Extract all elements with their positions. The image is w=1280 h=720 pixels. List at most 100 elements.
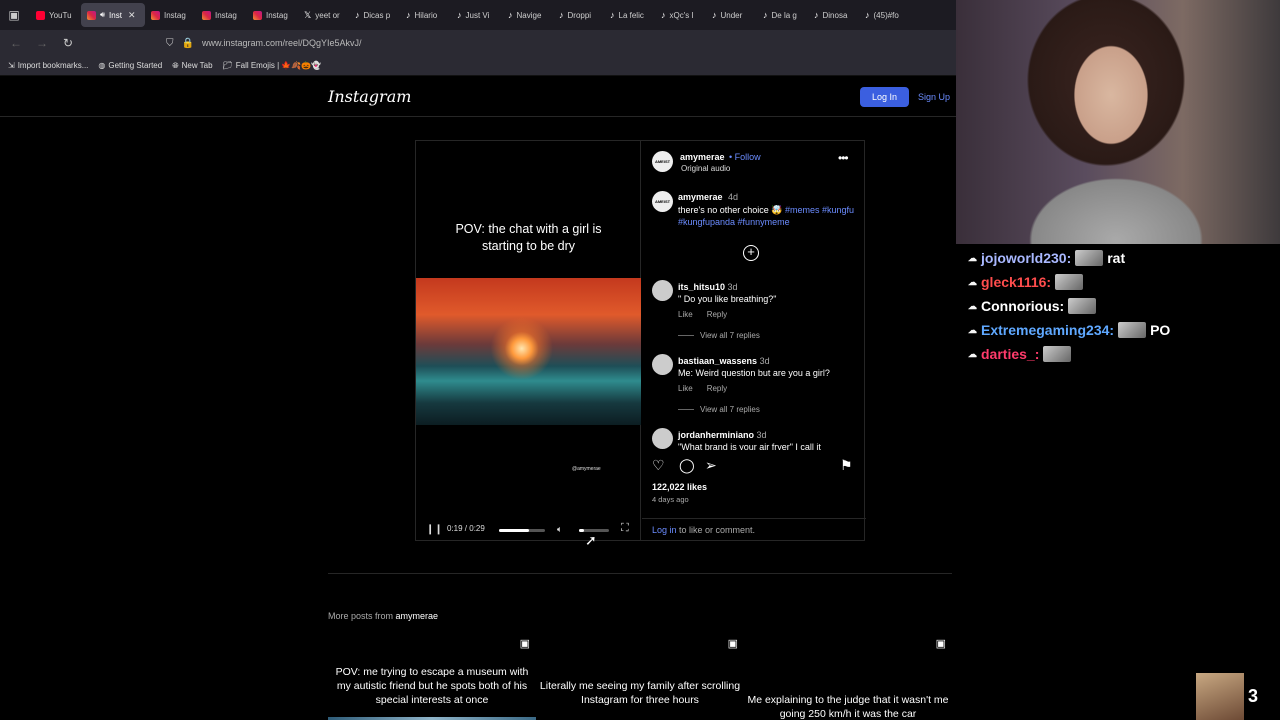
commenter-name[interactable]: bastiaan_wassens <box>678 356 757 366</box>
browser-tab[interactable]: ♪ Just Vi <box>451 3 502 27</box>
comment-like-button[interactable]: Like <box>678 384 693 393</box>
bookmarks-bar: ⇲ Import bookmarks... ◍ Getting Started 🌐︎ Ne… <box>0 56 956 76</box>
commenter-avatar[interactable] <box>652 428 673 449</box>
pause-icon[interactable]: ❙❙ <box>426 524 443 535</box>
login-button[interactable]: Log In <box>860 87 909 107</box>
comment-time: 3d <box>756 430 767 440</box>
login-link[interactable]: Log in <box>652 525 677 535</box>
browser-tab[interactable]: ♪ Droppi <box>553 3 604 27</box>
audio-label[interactable]: Original audio <box>681 164 730 173</box>
tab-label: xQc's I <box>669 10 694 20</box>
bookmark-item[interactable]: 📁︎ Fall Emojis | 🍁🍂🎃👻 <box>223 61 322 70</box>
browser-tab[interactable]: Instag <box>145 3 196 27</box>
url-text[interactable]: www.instagram.com/reel/DQgYIe5AkvJ/ <box>202 38 362 48</box>
heart-icon[interactable]: ♡ <box>652 457 665 474</box>
more-post-thumbnail[interactable]: ▣ POV: me trying to escape a museum with … <box>328 635 536 720</box>
follow-button[interactable]: • Follow <box>729 152 761 162</box>
reload-icon[interactable]: ↻ <box>60 36 76 50</box>
signup-link[interactable]: Sign Up <box>918 92 950 102</box>
video-player[interactable]: POV: the chat with a girl is starting to… <box>416 141 641 548</box>
stream-chat: ☁ jojoworld230: rat ☁ gleck1116: ☁ Connorious:… <box>968 246 1268 366</box>
more-posts-user[interactable]: amymerae <box>396 611 439 621</box>
bookmark-item[interactable]: ◍ Getting Started <box>98 61 162 70</box>
comment-like-button[interactable]: Like <box>678 310 693 319</box>
browser-tab[interactable]: ♪ Under <box>706 3 757 27</box>
chat-message: ☁ Connorious: <box>968 294 1268 318</box>
browser-tab[interactable]: 𝕏yeet or <box>298 3 349 27</box>
lock-icon[interactable]: 🔒 <box>182 38 194 49</box>
comment-actions: Like Reply <box>678 384 741 393</box>
tab-label: Instag <box>164 10 186 20</box>
chat-emote <box>1118 322 1147 338</box>
shield-icon[interactable]: ⛉ <box>166 38 174 49</box>
commenter-avatar[interactable] <box>652 280 673 301</box>
firefox-icon: ◍ <box>98 61 106 70</box>
instagram-logo[interactable]: Instagram <box>328 87 411 106</box>
video-progress-bar[interactable] <box>499 529 545 532</box>
chat-message: ☁ gleck1116: <box>968 270 1268 294</box>
browser-tab[interactable]: YouTu <box>30 3 81 27</box>
author-name[interactable]: amymerae <box>680 152 725 162</box>
x-icon: 𝕏 <box>304 9 312 20</box>
browser-tab[interactable]: ♪ xQc's I <box>655 3 706 27</box>
posted-time: 4 days ago <box>652 495 689 504</box>
thumbnail-caption: Literally me seeing my family after scro… <box>539 680 741 706</box>
commenter-name[interactable]: jordanherminiano <box>678 430 754 440</box>
audio-playing-icon[interactable]: 🔊︎ <box>100 10 105 20</box>
more-post-thumbnail[interactable]: ▣ Me explaining to the judge that it wasn… <box>744 635 952 720</box>
browser-tab[interactable]: ♪ Navige <box>502 3 553 27</box>
browser-tab[interactable]: ♪ La felic <box>604 3 655 27</box>
commenter-avatar[interactable] <box>652 354 673 375</box>
back-icon[interactable]: ← <box>8 36 24 50</box>
commenter-name[interactable]: its_hitsu10 <box>678 282 725 292</box>
likes-count[interactable]: 122,022 likes <box>652 482 707 492</box>
author-avatar[interactable]: AMEIST <box>652 151 673 172</box>
browser-tab[interactable]: Instag <box>196 3 247 27</box>
browser-tab[interactable]: ♪ Dicas p <box>349 3 400 27</box>
comment-reply-button[interactable]: Reply <box>707 310 727 319</box>
forward-icon[interactable]: → <box>34 36 50 50</box>
bookmark-item[interactable]: ⇲ Import bookmarks... <box>8 61 88 70</box>
viewer-avatar <box>1196 673 1244 720</box>
share-icon[interactable]: ➢ <box>705 457 717 474</box>
comment-header: jordanherminiano 3d <box>678 430 767 440</box>
browser-tab[interactable]: 🔊︎ Inst ✕ <box>81 3 145 27</box>
browser-tab[interactable]: ♪ De la g <box>757 3 808 27</box>
video-progress-fill <box>499 529 530 532</box>
globe-icon: 🌐︎ <box>172 60 179 70</box>
instagram-icon <box>87 10 96 20</box>
browser-tab[interactable]: Instag <box>247 3 298 27</box>
comment-icon[interactable]: ◯ <box>679 457 695 474</box>
browser-tab-bar: ▣ YouTu 🔊︎ Inst ✕ Instag Instag Instag 𝕏yeet or… <box>0 0 956 30</box>
comment-text: Me: Weird question but are you a girl? <box>678 368 830 378</box>
reel-post: POV: the chat with a girl is starting to… <box>415 140 866 548</box>
thumbnail-caption: Me explaining to the judge that it wasn'… <box>747 694 949 720</box>
tab-list-icon[interactable]: ▣ <box>4 5 24 25</box>
chat-emote <box>1043 346 1072 362</box>
add-circle-icon[interactable]: + <box>743 245 759 261</box>
video-frame <box>416 278 641 425</box>
volume-icon[interactable]: 🔈︎ <box>557 524 562 535</box>
bookmark-label: New Tab <box>181 61 213 70</box>
more-post-thumbnail[interactable]: ▣ Literally me seeing my family after scr… <box>536 635 744 720</box>
browser-tab[interactable]: ♪ Hilario <box>400 3 451 27</box>
view-replies-button[interactable]: View all 7 replies <box>678 331 760 340</box>
comment-reply-button[interactable]: Reply <box>707 384 727 393</box>
fullscreen-icon[interactable]: ⛶ <box>621 522 629 535</box>
tiktok-icon: ♪ <box>661 10 666 20</box>
screen: ▣ YouTu 🔊︎ Inst ✕ Instag Instag Instag 𝕏yeet or… <box>0 0 1280 720</box>
tab-label: Droppi <box>567 10 592 20</box>
bookmark-icon[interactable]: ⚑ <box>840 457 853 474</box>
caption-avatar[interactable]: AMEIST <box>652 191 673 212</box>
comment-header: bastiaan_wassens 3d <box>678 356 770 366</box>
view-replies-button[interactable]: View all 7 replies <box>678 405 760 414</box>
more-options-icon[interactable]: ••• <box>838 151 849 165</box>
bookmark-item[interactable]: 🌐︎ New Tab <box>172 61 212 71</box>
tab-label: De la g <box>771 10 797 20</box>
browser-tab[interactable]: ♪ Dinosa <box>808 3 859 27</box>
address-bar[interactable]: ⛉ 🔒 www.instagram.com/reel/DQgYIe5AkvJ/ <box>166 33 866 53</box>
caption-user[interactable]: amymerae <box>678 192 723 202</box>
browser-tab[interactable]: ♪ (45)#fo <box>859 3 910 27</box>
close-tab-icon[interactable]: ✕ <box>128 10 136 21</box>
comment: its_hitsu10 3d " Do you like breathing?" L… <box>642 280 866 350</box>
